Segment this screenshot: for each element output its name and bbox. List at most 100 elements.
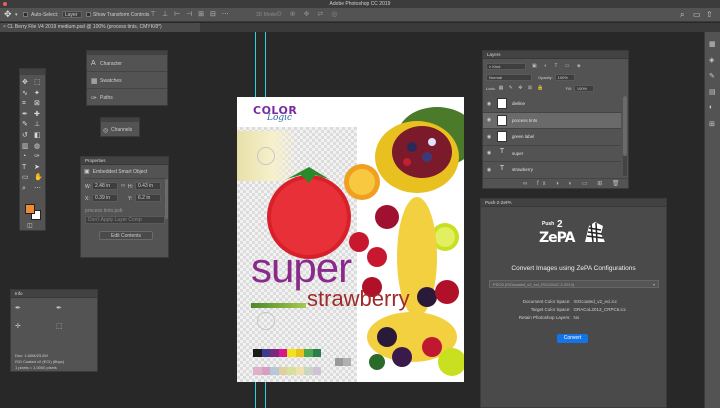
document-tab-label: CL Berry File V4 2019 medium.psd @ 100% … [7,24,162,30]
visibility-eye-icon[interactable]: ◉ [483,117,495,123]
strip-icon-3[interactable]: ✎ [709,72,715,80]
y-field[interactable]: 6.2 in [135,194,161,202]
history-brush-icon[interactable]: ↺ [22,131,34,142]
frame-tool-icon[interactable]: ⊠ [34,99,45,110]
marquee-tool-icon[interactable]: ⬚ [34,78,45,89]
layer-row[interactable]: ◉ green label [483,129,621,146]
layer-comp-dropdown[interactable]: Don't Apply Layer Comp [85,216,165,224]
brush-tool-icon[interactable]: ✎ [22,120,34,131]
layers-blend-row: Normal Opacity: 100% [486,73,626,81]
shape-tool-icon[interactable]: ▭ [22,173,34,184]
type-tool-icon[interactable]: T [22,163,34,174]
h-field[interactable]: 0.43 in [135,182,161,190]
lock-icons[interactable]: ▦ ✎ ✥ ⊠ 🔒 [499,85,546,91]
search-icon[interactable]: ⌕ [680,10,684,20]
dodge-tool-icon[interactable]: ◔ [22,152,34,163]
channels-panel-button[interactable]: ◎ Channels [103,124,132,136]
layers-scrollbar[interactable] [623,96,627,176]
share-icon[interactable]: ⇧ [706,10,713,19]
x-value: 0.39 in [95,195,111,201]
transform-controls-checkbox[interactable] [86,12,91,17]
push2zepa-dropdown[interactable]: PSO3 (ISOcoated_v2_eci_ISO12647-2-2013) … [489,280,659,288]
artwork-word-strawberry: strawberry [307,286,410,311]
layer-name: super [512,150,524,156]
character-panel-button[interactable]: A Character [87,56,167,72]
options-bar: ✥ ▾ Auto-Select: Layer Show Transform Co… [0,8,720,22]
quick-select-icon[interactable]: ✦ [34,89,45,100]
visibility-eye-icon[interactable]: ◉ [483,101,495,107]
w-field[interactable]: 2.48 in [92,182,118,190]
document-tab[interactable]: × CL Berry File V4 2019 medium.psd @ 100… [0,23,200,32]
layer-row[interactable]: ◉ dieline [483,96,621,113]
layers-footer: ∞ fx ◑ ◐ ▭ ⊞ 🗑 [483,178,628,188]
quick-mask-icon[interactable]: ◫ [27,222,33,229]
hand-tool-icon[interactable]: ✋ [34,173,45,184]
layer-row[interactable]: ◉ process tints [483,112,621,129]
artboard[interactable]: COLOR Logic super strawberry [237,97,464,382]
strip-icon-6[interactable]: ⊞ [709,120,715,128]
filter-icons[interactable]: ▣ ◐ T ▭ ◈ [532,63,584,69]
layer-row[interactable]: ◉ Tsuper [483,146,621,162]
character-icon: A [91,60,96,67]
strip-icon-1[interactable]: ▦ [709,40,716,48]
swatches-panel-button[interactable]: ▦ Swatches [87,73,167,89]
edit-contents-button[interactable]: Edit Contents [99,231,153,240]
eyedropper-icon[interactable]: ✒ [22,110,34,121]
close-window-dot[interactable] [3,2,7,6]
doc-space-value: ISOcoated_v2_eci.icc [573,299,618,304]
strip-icon-2[interactable]: ◈ [709,56,714,64]
auto-select-dropdown[interactable]: Layer [62,11,82,18]
layer-comp-value: Don't Apply Layer Comp [88,217,142,223]
opacity-field[interactable]: 100% [554,73,575,81]
layer-row[interactable]: ◉ Tstrawberry [483,162,621,179]
properties-scrollbar[interactable] [165,179,168,219]
healing-icon[interactable]: ✚ [34,110,45,121]
mode-3d-icons[interactable]: ⊙ ⊕ ✥ ⇄ ◎ [276,10,340,18]
x-field[interactable]: 0.39 in [92,194,118,202]
strip-icon-4[interactable]: ▤ [709,88,716,96]
layers-scroll-thumb[interactable] [623,96,627,156]
mini-panel-grip[interactable] [87,51,167,55]
visibility-eye-icon[interactable]: ◉ [483,167,495,173]
path-select-icon[interactable]: ➤ [34,163,45,174]
layers-panel: Layers ⌕ Kind ▣ ◐ T ▭ ◈ Normal Opacity: … [482,50,629,189]
blend-mode-dropdown[interactable]: Normal [486,73,532,81]
auto-select-checkbox[interactable] [23,12,28,17]
more-tools-icon[interactable]: ⋯ [34,184,45,195]
move-tool-icon[interactable]: ✥ [22,78,34,89]
info-doc-line: Doc: 1.60M/23.2M [15,353,48,358]
properties-subtitle: Embedded Smart Object [92,168,148,175]
blur-tool-icon[interactable]: ◍ [34,142,45,153]
channels-grip[interactable] [101,118,139,122]
workspace-icon[interactable]: ▭ [693,10,701,19]
gradient-tool-icon[interactable]: ▥ [22,142,34,153]
zoom-tool-icon[interactable]: ⌕ [22,184,34,195]
crop-tool-icon[interactable]: ⌗ [22,99,34,110]
tools-collapse-bar[interactable] [20,69,45,75]
visibility-eye-icon[interactable]: ◉ [483,134,495,140]
convert-button[interactable]: Convert [557,334,588,343]
lasso-tool-icon[interactable]: ∿ [22,89,34,100]
strip-icon-5[interactable]: ◐ [709,104,713,111]
eraser-tool-icon[interactable]: ◧ [34,131,45,142]
swatch-bar-bottom [253,367,321,375]
visibility-eye-icon[interactable]: ◉ [483,150,495,156]
edit-contents-label: Edit Contents [110,233,142,239]
layers-footer-icons[interactable]: ∞ fx ◑ ◐ ▭ ⊞ 🗑 [523,180,624,187]
color-swatch [295,349,304,357]
properties-subtitle-row: ▣ Embedded Smart Object [84,168,148,176]
fill-field[interactable]: 100% [573,84,594,92]
target-space-row: Target Color Space: GRACoL2013_CRPC6.icc [481,306,666,314]
kind-filter-dropdown[interactable]: ⌕ Kind [486,62,526,70]
link-icon[interactable]: ∞ [121,183,125,189]
foreground-color-swatch[interactable] [25,204,35,214]
paths-panel-button[interactable]: ✑ Paths [87,90,167,106]
align-icons[interactable]: ⊤ ⊥ ⊢ ⊣ ⊞ ⊟ ⋯ [150,10,231,18]
fill-label: Fill: [565,85,572,91]
color-swatch [270,367,279,375]
stamp-tool-icon[interactable]: ⊥ [34,120,45,131]
move-tool-icon[interactable]: ✥ [4,9,12,20]
color-swatch [312,349,321,357]
pen-tool-icon[interactable]: ✑ [34,152,45,163]
tool-preset-chevron-icon[interactable]: ▾ [15,12,18,18]
